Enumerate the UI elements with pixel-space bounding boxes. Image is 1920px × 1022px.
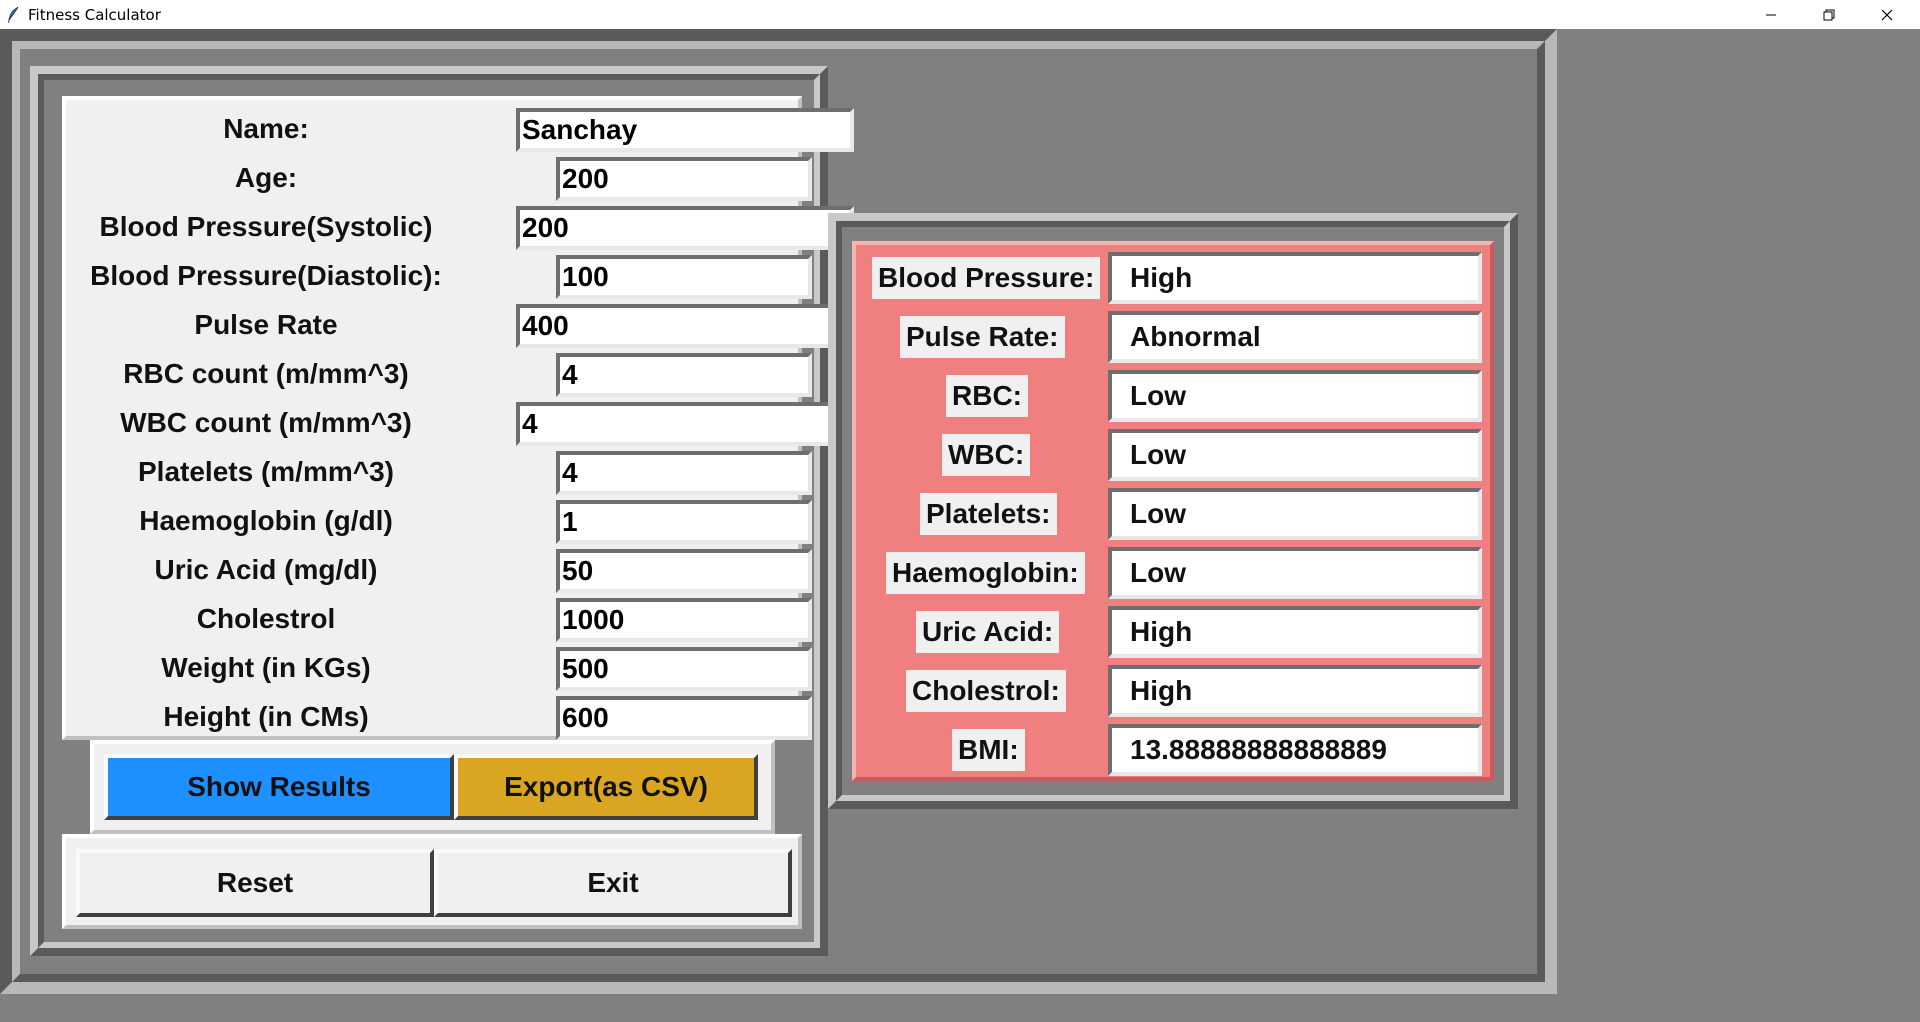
exit-button[interactable]: Exit (434, 849, 792, 917)
show-results-button[interactable]: Show Results (104, 754, 454, 820)
cholestrol-input[interactable] (556, 598, 812, 642)
result-cholestrol-label: Cholestrol: (906, 670, 1066, 712)
height-label: Height (in CMs) (163, 701, 369, 732)
cholestrol-label: Cholestrol (196, 603, 336, 634)
bp-diastolic-label: Blood Pressure(Diastolic): (90, 260, 442, 291)
patient-form: Name: Age: Blood Pressure(Systolic) Bloo… (62, 96, 854, 740)
platelets-input[interactable] (556, 451, 812, 495)
result-cholestrol-value: High (1108, 665, 1482, 717)
uric-acid-input[interactable] (556, 549, 812, 593)
uric-acid-label: Uric Acid (mg/dl) (154, 554, 378, 585)
bp-systolic-input[interactable] (516, 206, 854, 250)
name-label: Name: (223, 113, 309, 144)
age-label: Age: (234, 162, 298, 193)
platelets-label: Platelets (m/mm^3) (138, 456, 394, 487)
result-uric-acid-label: Uric Acid: (916, 611, 1060, 653)
result-wbc-label: WBC: (942, 434, 1031, 476)
result-haemoglobin-value: Low (1108, 547, 1482, 599)
minimize-button[interactable] (1742, 0, 1800, 29)
action-button-panel: Show Results Export(as CSV) (90, 740, 775, 834)
haemoglobin-label: Haemoglobin (g/dl) (139, 505, 393, 536)
result-wbc-value: Low (1108, 429, 1482, 481)
pulse-rate-label: Pulse Rate (194, 309, 338, 340)
weight-label: Weight (in KGs) (161, 652, 371, 683)
wbc-label: WBC count (m/mm^3) (120, 407, 412, 438)
close-icon (1881, 9, 1893, 20)
bp-systolic-label: Blood Pressure(Systolic) (99, 211, 433, 242)
reset-button[interactable]: Reset (76, 849, 434, 917)
export-csv-button[interactable]: Export(as CSV) (454, 754, 758, 820)
restore-button[interactable] (1800, 0, 1858, 29)
rbc-label: RBC count (m/mm^3) (123, 358, 409, 389)
close-button[interactable] (1858, 0, 1916, 29)
result-rbc-label: RBC: (946, 375, 1028, 417)
minimize-icon (1766, 14, 1776, 15)
result-rbc-value: Low (1108, 370, 1482, 422)
result-haemoglobin-label: Haemoglobin: (886, 552, 1085, 594)
pulse-rate-input[interactable] (516, 304, 854, 348)
height-input[interactable] (556, 696, 812, 740)
result-platelets-label: Platelets: (920, 493, 1057, 535)
rbc-input[interactable] (556, 353, 812, 397)
feather-icon (8, 6, 19, 23)
name-input[interactable] (516, 108, 854, 152)
haemoglobin-input[interactable] (556, 500, 812, 544)
result-pulse-value: Abnormal (1108, 311, 1482, 363)
result-pulse-label: Pulse Rate: (900, 316, 1065, 358)
result-bp-label: Blood Pressure: (872, 257, 1101, 299)
results-panel: Blood Pressure: High Pulse Rate: Abnorma… (852, 241, 1494, 781)
result-uric-acid-value: High (1108, 606, 1482, 658)
restore-icon (1823, 9, 1835, 20)
wbc-input[interactable] (516, 402, 854, 446)
result-bmi-label: BMI: (952, 729, 1025, 771)
title-bar: Fitness Calculator (0, 0, 1920, 29)
result-bp-value: High (1108, 252, 1482, 304)
result-bmi-value: 13.88888888888889 (1108, 724, 1482, 776)
age-input[interactable] (556, 157, 812, 201)
result-platelets-value: Low (1108, 488, 1482, 540)
weight-input[interactable] (556, 647, 812, 691)
bp-diastolic-input[interactable] (556, 255, 812, 299)
window-title: Fitness Calculator (28, 5, 161, 24)
control-button-panel: Reset Exit (62, 834, 802, 929)
